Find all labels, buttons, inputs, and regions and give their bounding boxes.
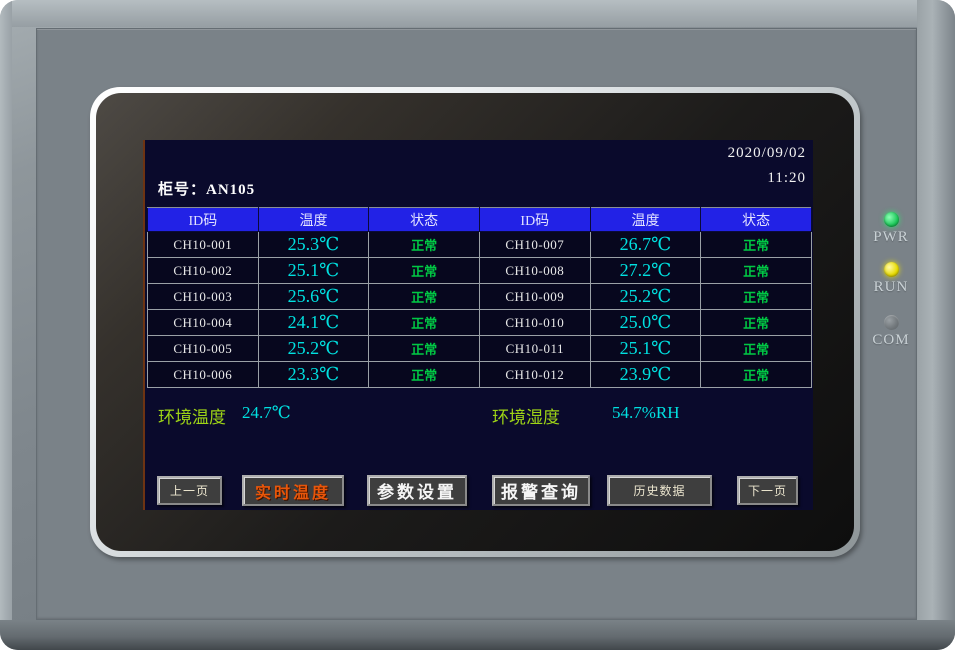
channel-id: CH10-008 xyxy=(479,258,590,284)
channel-id: CH10-001 xyxy=(148,232,259,258)
ambient-temp-label: 环境温度 xyxy=(158,403,226,428)
date-text: 2020/09/02 xyxy=(728,141,806,166)
channel-id: CH10-010 xyxy=(479,310,590,336)
channel-id: CH10-009 xyxy=(479,284,590,310)
history-data-button[interactable]: 历史数据 xyxy=(607,475,712,506)
next-page-button[interactable]: 下一页 xyxy=(737,476,798,505)
status-value: 正常 xyxy=(369,258,480,284)
device-left-bevel xyxy=(0,0,12,650)
temperature-value: 25.0℃ xyxy=(590,310,701,336)
run-led-indicator xyxy=(884,262,899,277)
realtime-temp-button[interactable]: 实时温度 xyxy=(242,475,344,506)
datetime: 2020/09/02 11:20 xyxy=(728,141,806,191)
table-row: CH10-00525.2℃正常CH10-01125.1℃正常 xyxy=(148,336,812,362)
column-header-id: ID码 xyxy=(479,208,590,232)
temperature-table: ID码 温度 状态 ID码 温度 状态 CH10-00125.3℃正常CH10-… xyxy=(147,207,812,388)
temperature-value: 25.1℃ xyxy=(590,336,701,362)
status-value: 正常 xyxy=(701,284,812,310)
temperature-value: 24.1℃ xyxy=(258,310,369,336)
temperature-value: 25.1℃ xyxy=(258,258,369,284)
column-header-id: ID码 xyxy=(148,208,259,232)
status-value: 正常 xyxy=(369,310,480,336)
temperature-value: 25.2℃ xyxy=(258,336,369,362)
parameter-settings-button[interactable]: 参数设置 xyxy=(367,475,467,506)
table-row: CH10-00225.1℃正常CH10-00827.2℃正常 xyxy=(148,258,812,284)
com-led-group: COM xyxy=(866,315,916,349)
ambient-humidity-value: 54.7%RH xyxy=(612,403,680,423)
column-header-temp: 温度 xyxy=(258,208,369,232)
device-housing: 2020/09/02 11:20 柜号：AN105 ID码 温度 状态 ID码 … xyxy=(0,0,955,650)
status-value: 正常 xyxy=(701,336,812,362)
ambient-humidity-label: 环境湿度 xyxy=(492,403,560,428)
table-row: CH10-00623.3℃正常CH10-01223.9℃正常 xyxy=(148,362,812,388)
com-led-label: COM xyxy=(872,332,909,348)
status-value: 正常 xyxy=(369,362,480,388)
status-value: 正常 xyxy=(701,258,812,284)
status-value: 正常 xyxy=(701,310,812,336)
com-led-indicator xyxy=(884,315,899,330)
table-row: CH10-00424.1℃正常CH10-01025.0℃正常 xyxy=(148,310,812,336)
hmi-panel: 2020/09/02 11:20 柜号：AN105 ID码 温度 状态 ID码 … xyxy=(0,0,955,650)
alarm-query-button[interactable]: 报警查询 xyxy=(492,475,590,506)
channel-id: CH10-005 xyxy=(148,336,259,362)
temperature-value: 23.3℃ xyxy=(258,362,369,388)
status-value: 正常 xyxy=(701,362,812,388)
channel-id: CH10-007 xyxy=(479,232,590,258)
run-led-label: RUN xyxy=(874,279,909,295)
status-value: 正常 xyxy=(369,284,480,310)
channel-id: CH10-002 xyxy=(148,258,259,284)
column-header-status: 状态 xyxy=(701,208,812,232)
temperature-value: 27.2℃ xyxy=(590,258,701,284)
column-header-status: 状态 xyxy=(369,208,480,232)
status-value: 正常 xyxy=(701,232,812,258)
channel-id: CH10-004 xyxy=(148,310,259,336)
ambient-temp-value: 24.7℃ xyxy=(242,403,291,423)
table-row: CH10-00325.6℃正常CH10-00925.2℃正常 xyxy=(148,284,812,310)
pwr-led-group: PWR xyxy=(866,212,916,246)
status-value: 正常 xyxy=(369,336,480,362)
temperature-value: 26.7℃ xyxy=(590,232,701,258)
time-text: 11:20 xyxy=(728,166,806,191)
channel-id: CH10-003 xyxy=(148,284,259,310)
table-header-row: ID码 温度 状态 ID码 温度 状态 xyxy=(148,208,812,232)
status-value: 正常 xyxy=(369,232,480,258)
channel-id: CH10-006 xyxy=(148,362,259,388)
temperature-value: 23.9℃ xyxy=(590,362,701,388)
temperature-value: 25.3℃ xyxy=(258,232,369,258)
cabinet-label: 柜号：AN105 xyxy=(158,178,255,199)
run-led-group: RUN xyxy=(866,262,916,296)
table-row: CH10-00125.3℃正常CH10-00726.7℃正常 xyxy=(148,232,812,258)
channel-id: CH10-011 xyxy=(479,336,590,362)
temperature-value: 25.2℃ xyxy=(590,284,701,310)
touchscreen-display: 2020/09/02 11:20 柜号：AN105 ID码 温度 状态 ID码 … xyxy=(143,140,813,510)
ambient-readings: 环境温度 24.7℃ 环境湿度 54.7%RH xyxy=(145,403,813,427)
pwr-led-label: PWR xyxy=(873,229,909,245)
channel-id: CH10-012 xyxy=(479,362,590,388)
pwr-led-indicator xyxy=(884,212,899,227)
prev-page-button[interactable]: 上一页 xyxy=(157,476,222,505)
column-header-temp: 温度 xyxy=(590,208,701,232)
device-right-bevel xyxy=(917,0,955,650)
device-top-bevel xyxy=(0,0,955,27)
temperature-value: 25.6℃ xyxy=(258,284,369,310)
device-bottom-bevel xyxy=(0,620,955,650)
